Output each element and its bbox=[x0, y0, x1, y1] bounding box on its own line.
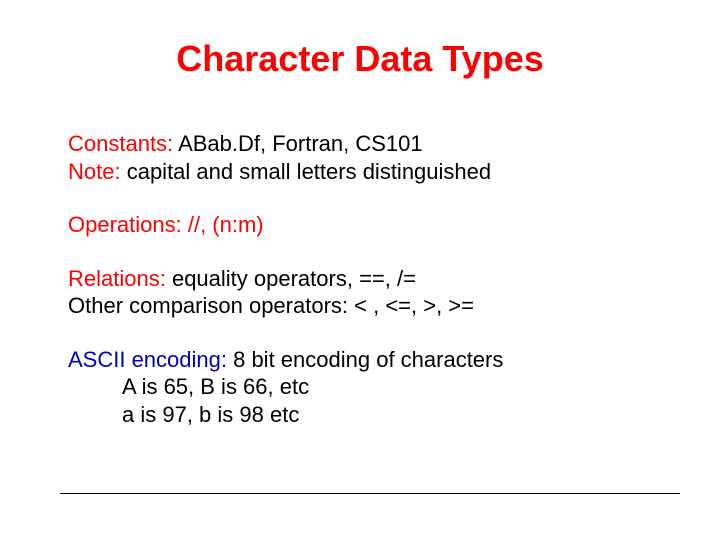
constants-label: Constants: bbox=[68, 131, 173, 156]
note-line: Note: capital and small letters distingu… bbox=[68, 158, 660, 186]
ascii-label: ASCII encoding: bbox=[68, 347, 227, 372]
operations-label: Operations: bbox=[68, 212, 182, 237]
constants-block: Constants: ABab.Df, Fortran, CS101 Note:… bbox=[68, 130, 660, 185]
operations-block: Operations: //, (n:m) bbox=[68, 211, 660, 239]
relations-line: Relations: equality operators, ==, /= bbox=[68, 265, 660, 293]
constants-line: Constants: ABab.Df, Fortran, CS101 bbox=[68, 130, 660, 158]
footer-rule bbox=[60, 493, 680, 494]
slide: Character Data Types Constants: ABab.Df,… bbox=[0, 0, 720, 540]
ascii-lower: a is 97, b is 98 etc bbox=[68, 401, 660, 429]
operations-ops: //, (n:m) bbox=[182, 212, 264, 237]
slide-body: Constants: ABab.Df, Fortran, CS101 Note:… bbox=[68, 130, 660, 454]
note-label: Note: bbox=[68, 159, 121, 184]
relations-label: Relations: bbox=[68, 266, 166, 291]
slide-title: Character Data Types bbox=[0, 38, 720, 80]
ascii-text: 8 bit encoding of characters bbox=[227, 347, 503, 372]
ascii-upper: A is 65, B is 66, etc bbox=[68, 373, 660, 401]
ascii-line: ASCII encoding: 8 bit encoding of charac… bbox=[68, 346, 660, 374]
relations-block: Relations: equality operators, ==, /= Ot… bbox=[68, 265, 660, 320]
relations-text: equality operators, ==, /= bbox=[166, 266, 416, 291]
constants-values: ABab.Df, Fortran, CS101 bbox=[173, 131, 422, 156]
ascii-block: ASCII encoding: 8 bit encoding of charac… bbox=[68, 346, 660, 429]
note-text: capital and small letters distinguished bbox=[121, 159, 492, 184]
relations-other: Other comparison operators: < , <=, >, >… bbox=[68, 292, 660, 320]
